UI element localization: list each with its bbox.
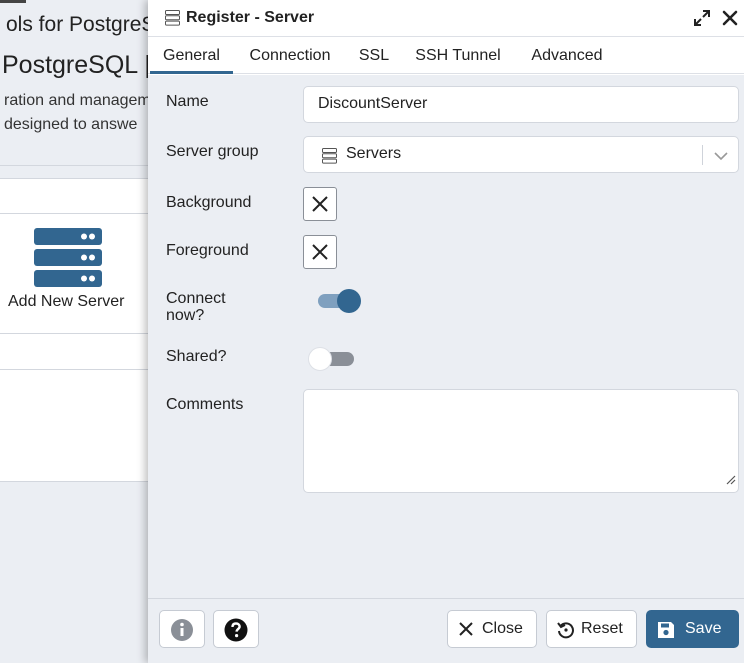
dialog-header[interactable]: Register - Server — [148, 0, 744, 37]
server-group-select[interactable]: Servers — [303, 136, 739, 173]
name-input[interactable]: DiscountServer — [303, 86, 739, 123]
server-group-label: Server group — [166, 143, 259, 160]
expand-icon[interactable] — [693, 9, 711, 27]
reset-icon — [557, 621, 575, 644]
register-server-dialog: Register - Server General Connection SSL… — [148, 0, 744, 663]
chevron-down-icon[interactable] — [714, 148, 728, 166]
background-color-picker[interactable] — [303, 187, 337, 221]
x-icon — [458, 621, 474, 642]
background-color-label: Background — [166, 194, 252, 211]
panel-gap — [0, 334, 160, 369]
tab-general[interactable]: General — [150, 38, 233, 74]
reset-button[interactable]: Reset — [546, 610, 637, 648]
server-group-icon — [322, 148, 337, 169]
comments-textarea[interactable] — [303, 389, 739, 493]
background-text-line: ration and managem — [4, 92, 151, 109]
connect-now-label: Connect now? — [166, 290, 226, 324]
panel-divider — [0, 213, 160, 214]
dialog-title: Register - Server — [186, 9, 315, 26]
comments-label: Comments — [166, 396, 244, 413]
quick-links-panel: Add New Server — [0, 178, 160, 334]
floppy-disk-icon — [657, 621, 675, 644]
background-text-line: designed to answe — [4, 116, 138, 133]
connect-now-toggle[interactable] — [318, 288, 364, 319]
close-button-label: Close — [482, 620, 523, 637]
getting-started-panel — [0, 369, 160, 482]
background-title: ols for PostgreS — [6, 13, 156, 36]
reset-button-label: Reset — [581, 620, 623, 637]
resize-handle-icon[interactable] — [724, 472, 736, 490]
background-topbar — [0, 0, 26, 3]
background-heading: PostgreSQL | — [2, 51, 151, 79]
tab-advanced[interactable]: Advanced — [522, 38, 612, 74]
tab-ssh-tunnel[interactable]: SSH Tunnel — [408, 38, 508, 74]
dialog-tabs: General Connection SSL SSH Tunnel Advanc… — [148, 38, 744, 74]
add-new-server-link[interactable]: Add New Server — [8, 293, 125, 311]
tab-ssl[interactable]: SSL — [353, 38, 395, 74]
save-button[interactable]: Save — [646, 610, 739, 648]
tab-connection[interactable]: Connection — [240, 38, 340, 74]
close-icon[interactable] — [721, 9, 739, 27]
shared-toggle[interactable] — [308, 346, 356, 377]
foreground-color-picker[interactable] — [303, 235, 337, 269]
name-label: Name — [166, 93, 209, 110]
server-icon[interactable] — [34, 228, 102, 293]
close-button[interactable]: Close — [447, 610, 537, 648]
server-group-value: Servers — [346, 145, 402, 162]
select-separator — [702, 145, 703, 165]
save-button-label: Save — [685, 620, 722, 637]
dialog-footer: Close Reset Save — [148, 598, 744, 663]
general-form: Name DiscountServer Server group Servers… — [148, 75, 744, 598]
server-group-icon — [165, 10, 180, 31]
background-divider — [0, 165, 160, 166]
foreground-color-label: Foreground — [166, 242, 249, 259]
help-button[interactable] — [213, 610, 259, 648]
shared-label: Shared? — [166, 348, 227, 365]
info-button[interactable] — [159, 610, 205, 648]
